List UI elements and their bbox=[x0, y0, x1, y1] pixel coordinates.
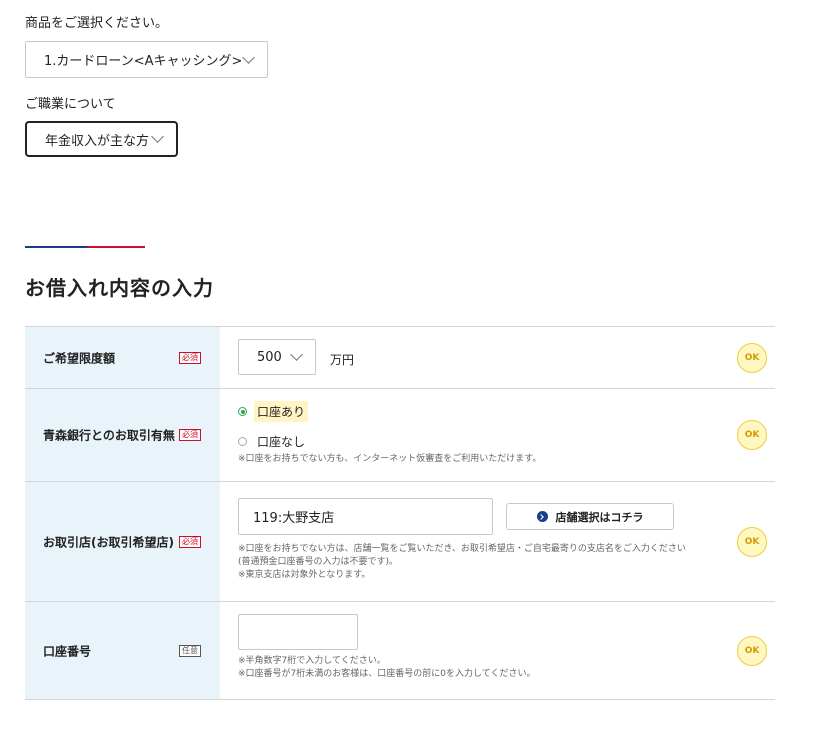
row-header: ご希望限度額 必須 bbox=[25, 327, 220, 388]
row-body: 500 万円 OK bbox=[220, 327, 775, 388]
product-select-value: 1.カードローン<Aキャッシング> bbox=[44, 54, 243, 69]
occupation-select-value: 年金収入が主な方 bbox=[45, 133, 150, 149]
radio-account-no[interactable]: 口座なし bbox=[238, 431, 308, 452]
chevron-down-icon bbox=[151, 130, 164, 143]
section-title: お借入れ内容の入力 bbox=[25, 276, 214, 300]
branch-input[interactable]: 119:大野支店 bbox=[238, 498, 493, 535]
row-header: お取引店(お取引希望店) 必須 bbox=[25, 482, 220, 601]
ok-status-icon: OK bbox=[737, 420, 767, 450]
row-body: ※半角数字7桁で入力してください。 ※口座番号が7桁未満のお客様は、口座番号の前… bbox=[220, 602, 775, 699]
limit-select[interactable]: 500 bbox=[238, 339, 316, 375]
row-branch: お取引店(お取引希望店) 必須 119:大野支店 店舗選択はコチラ ※口座をお持… bbox=[25, 482, 775, 602]
row-header: 青森銀行とのお取引有無 必須 bbox=[25, 389, 220, 481]
store-select-button[interactable]: 店舗選択はコチラ bbox=[506, 503, 674, 530]
ok-status-icon: OK bbox=[737, 526, 767, 557]
row-body: 119:大野支店 店舗選択はコチラ ※口座をお持ちでない方は、店舗一覧をご覧いた… bbox=[220, 482, 775, 601]
row-bank-relationship: 青森銀行とのお取引有無 必須 口座あり 口座なし ※口座をお持ちでない方も、イン… bbox=[25, 389, 775, 482]
ok-status-icon: OK bbox=[737, 635, 767, 666]
branch-note-1: ※口座をお持ちでない方は、店舗一覧をご覧いただき、お取引希望店・ご自宅最寄りの支… bbox=[238, 544, 686, 554]
limit-select-value: 500 bbox=[257, 349, 282, 365]
occupation-select[interactable]: 年金収入が主な方 bbox=[25, 121, 178, 157]
arrow-right-circle-icon bbox=[536, 511, 548, 522]
account-number-input[interactable] bbox=[238, 614, 358, 650]
ok-status-icon: OK bbox=[737, 342, 767, 373]
loan-application-form: 商品をご選択ください。 1.カードローン<Aキャッシング> ご職業について 年金… bbox=[0, 0, 814, 729]
relation-note: ※口座をお持ちでない方も、インターネット仮審査をご利用いただけます。 bbox=[238, 454, 542, 464]
row-label: 口座番号 bbox=[43, 644, 92, 658]
row-label: 青森銀行とのお取引有無 bbox=[43, 428, 175, 443]
account-note-2: ※口座番号が7桁未満のお客様は、口座番号の前に0を入力してください。 bbox=[238, 669, 536, 679]
row-label: お取引店(お取引希望店) bbox=[43, 535, 174, 549]
required-badge: 必須 bbox=[179, 429, 201, 441]
row-body: 口座あり 口座なし ※口座をお持ちでない方も、インターネット仮審査をご利用いただ… bbox=[220, 389, 775, 481]
loan-details-table: ご希望限度額 必須 500 万円 OK 青森銀行とのお取引有無 必須 口座あり … bbox=[25, 326, 775, 700]
store-select-button-label: 店舗選択はコチラ bbox=[555, 510, 644, 524]
row-desired-limit: ご希望限度額 必須 500 万円 OK bbox=[25, 327, 775, 389]
limit-unit: 万円 bbox=[330, 353, 355, 367]
radio-label: 口座あり bbox=[254, 401, 309, 422]
row-header: 口座番号 任意 bbox=[25, 602, 220, 699]
branch-note-3: ※東京支店は対象外となります。 bbox=[238, 570, 371, 580]
occupation-label: ご職業について bbox=[25, 97, 116, 112]
radio-label: 口座なし bbox=[257, 435, 306, 449]
required-badge: 必須 bbox=[179, 535, 201, 548]
radio-account-yes[interactable]: 口座あり bbox=[238, 401, 309, 422]
account-note-1: ※半角数字7桁で入力してください。 bbox=[238, 656, 386, 666]
row-label: ご希望限度額 bbox=[43, 351, 116, 365]
section-divider-red bbox=[87, 246, 145, 248]
product-select[interactable]: 1.カードローン<Aキャッシング> bbox=[25, 41, 268, 78]
chevron-down-icon bbox=[290, 348, 303, 361]
product-label: 商品をご選択ください。 bbox=[25, 16, 169, 31]
required-badge: 必須 bbox=[179, 351, 201, 364]
section-divider-blue bbox=[25, 246, 87, 248]
row-account-number: 口座番号 任意 ※半角数字7桁で入力してください。 ※口座番号が7桁未満のお客様… bbox=[25, 602, 775, 700]
radio-unchecked-icon bbox=[238, 437, 247, 446]
chevron-down-icon bbox=[242, 50, 255, 64]
radio-checked-icon bbox=[238, 407, 247, 416]
branch-note-2: (普通預金口座番号の入力は不要です)。 bbox=[238, 557, 399, 567]
optional-badge: 任意 bbox=[179, 644, 201, 657]
